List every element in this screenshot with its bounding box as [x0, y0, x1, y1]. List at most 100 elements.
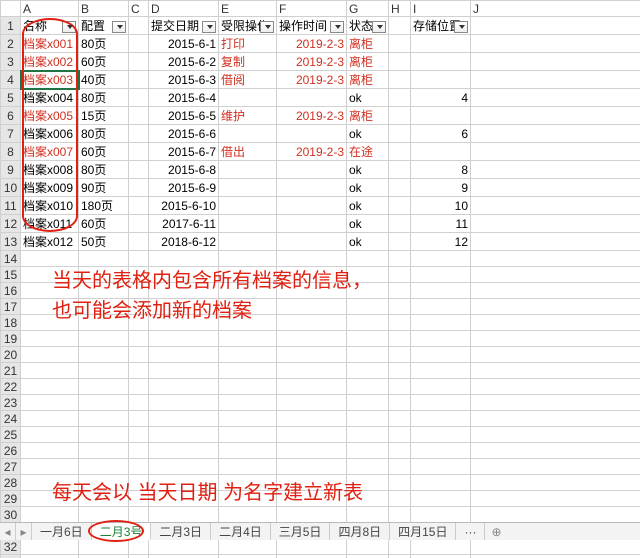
cell[interactable]: [219, 283, 277, 299]
cell[interactable]: 50页: [79, 233, 129, 251]
cell[interactable]: [219, 197, 277, 215]
header-cell-G[interactable]: 状态: [347, 17, 389, 35]
cell[interactable]: [471, 251, 640, 267]
cell[interactable]: [347, 459, 389, 475]
cell[interactable]: [79, 539, 129, 555]
cell[interactable]: [389, 459, 411, 475]
cell[interactable]: [149, 379, 219, 395]
tab-nav-right-icon[interactable]: ▸: [16, 523, 32, 540]
sheet-tab[interactable]: 三月5日: [271, 523, 331, 540]
cell[interactable]: 档案x006: [21, 125, 79, 143]
cell[interactable]: ok: [347, 197, 389, 215]
sheet-tab[interactable]: 四月8日: [330, 523, 390, 540]
cell[interactable]: [411, 395, 471, 411]
cell[interactable]: [471, 299, 640, 315]
cell[interactable]: [219, 507, 277, 523]
cell[interactable]: [389, 411, 411, 427]
cell[interactable]: [149, 315, 219, 331]
row-header[interactable]: 10: [1, 179, 21, 197]
cell[interactable]: 12: [411, 233, 471, 251]
cell[interactable]: [21, 379, 79, 395]
cell[interactable]: [21, 315, 79, 331]
header-cell-I[interactable]: 存储位置: [411, 17, 471, 35]
cell[interactable]: [149, 283, 219, 299]
cell[interactable]: [129, 143, 149, 161]
cell[interactable]: 离柜: [347, 71, 389, 89]
cell[interactable]: 2015-6-6: [149, 125, 219, 143]
cell[interactable]: [411, 251, 471, 267]
cell[interactable]: [219, 443, 277, 459]
row-header[interactable]: 27: [1, 459, 21, 475]
cell[interactable]: [129, 197, 149, 215]
cell[interactable]: [471, 35, 640, 53]
cell[interactable]: [149, 251, 219, 267]
cell[interactable]: [149, 459, 219, 475]
cell[interactable]: [21, 475, 79, 491]
cell[interactable]: [411, 379, 471, 395]
sheet-tab[interactable]: 四月15日: [390, 523, 456, 540]
cell[interactable]: [471, 161, 640, 179]
cell[interactable]: 档案x001: [21, 35, 79, 53]
cell[interactable]: [471, 107, 640, 125]
cell[interactable]: ok: [347, 125, 389, 143]
column-header-G[interactable]: G: [347, 1, 389, 17]
cell[interactable]: [389, 197, 411, 215]
cell[interactable]: [79, 315, 129, 331]
cell[interactable]: [471, 395, 640, 411]
cell[interactable]: [277, 411, 347, 427]
cell[interactable]: [129, 331, 149, 347]
cell[interactable]: [79, 411, 129, 427]
cell[interactable]: [471, 363, 640, 379]
cell[interactable]: 打印: [219, 35, 277, 53]
cell[interactable]: [219, 427, 277, 443]
cell[interactable]: 2019-2-3: [277, 35, 347, 53]
filter-dropdown-icon[interactable]: [377, 25, 383, 29]
cell[interactable]: [277, 379, 347, 395]
cell[interactable]: [129, 215, 149, 233]
cell[interactable]: [277, 459, 347, 475]
row-header[interactable]: 11: [1, 197, 21, 215]
cell[interactable]: [277, 507, 347, 523]
cell[interactable]: 180页: [79, 197, 129, 215]
cell[interactable]: [129, 53, 149, 71]
cell[interactable]: [411, 315, 471, 331]
row-header[interactable]: 30: [1, 507, 21, 523]
cell[interactable]: [277, 475, 347, 491]
cell[interactable]: 档案x009: [21, 179, 79, 197]
cell[interactable]: [219, 379, 277, 395]
cell[interactable]: [277, 179, 347, 197]
cell[interactable]: [79, 267, 129, 283]
header-cell-D[interactable]: 提交日期: [149, 17, 219, 35]
cell[interactable]: [389, 53, 411, 71]
cell[interactable]: [21, 283, 79, 299]
cell[interactable]: [219, 161, 277, 179]
cell[interactable]: 60页: [79, 215, 129, 233]
cell[interactable]: [277, 555, 347, 558]
cell[interactable]: [471, 427, 640, 443]
cell[interactable]: [471, 475, 640, 491]
cell[interactable]: [21, 443, 79, 459]
cell[interactable]: [389, 161, 411, 179]
cell[interactable]: 10: [411, 197, 471, 215]
cell[interactable]: [389, 89, 411, 107]
sheet-tab[interactable]: 二月3日: [151, 523, 211, 540]
cell[interactable]: [129, 475, 149, 491]
cell[interactable]: [21, 459, 79, 475]
header-cell-H[interactable]: [389, 17, 411, 35]
cell[interactable]: 2015-6-4: [149, 89, 219, 107]
cell[interactable]: [219, 459, 277, 475]
cell[interactable]: [411, 443, 471, 459]
cell[interactable]: [277, 363, 347, 379]
cell[interactable]: 档案x012: [21, 233, 79, 251]
cell[interactable]: [347, 491, 389, 507]
cell[interactable]: [411, 427, 471, 443]
tab-nav-left-icon[interactable]: ◂: [0, 523, 16, 540]
sheet-tab[interactable]: 二月3号: [92, 522, 152, 540]
cell[interactable]: [471, 267, 640, 283]
cell[interactable]: [471, 411, 640, 427]
cell[interactable]: [411, 283, 471, 299]
cell[interactable]: [21, 299, 79, 315]
cell[interactable]: [277, 197, 347, 215]
cell[interactable]: [219, 331, 277, 347]
cell[interactable]: [347, 299, 389, 315]
